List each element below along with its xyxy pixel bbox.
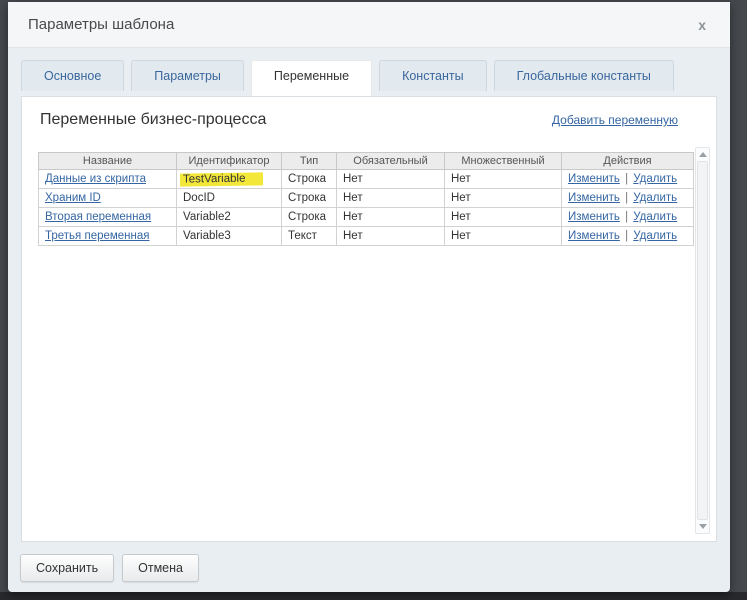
delete-link[interactable]: Удалить xyxy=(633,230,677,242)
variable-multiple-cell: Нет xyxy=(445,227,562,246)
table-row: Храним IDDocIDСтрокаНетНетИзменить | Уда… xyxy=(39,189,694,208)
variable-multiple-cell: Нет xyxy=(445,170,562,189)
actions-cell: Изменить | Удалить xyxy=(562,170,694,189)
variable-required-cell: Нет xyxy=(337,208,445,227)
column-header: Обязательный xyxy=(337,153,445,170)
column-header: Действия xyxy=(562,153,694,170)
tab-constants[interactable]: Константы xyxy=(379,60,487,91)
close-icon[interactable]: x xyxy=(694,14,710,36)
table-row: Вторая переменнаяVariable2СтрокаНетНетИз… xyxy=(39,208,694,227)
variable-multiple-cell: Нет xyxy=(445,208,562,227)
variable-identifier: Variable3 xyxy=(183,230,231,242)
column-header: Идентификатор xyxy=(177,153,282,170)
dialog-title: Параметры шаблона xyxy=(28,16,174,33)
save-button[interactable]: Сохранить xyxy=(20,554,114,582)
variable-name-link[interactable]: Храним ID xyxy=(45,192,101,204)
delete-link[interactable]: Удалить xyxy=(633,192,677,204)
tab-bar: ОсновноеПараметрыПеременныеКонстантыГлоб… xyxy=(21,60,717,91)
highlighted-identifier: TestVariable xyxy=(180,172,264,186)
table-row: Данные из скриптаTestVariableСтрокаНетНе… xyxy=(39,170,694,189)
edit-link[interactable]: Изменить xyxy=(568,192,620,204)
variables-table: НазваниеИдентификаторТипОбязательныйМнож… xyxy=(38,152,694,246)
variables-table-wrap: НазваниеИдентификаторТипОбязательныйМнож… xyxy=(38,152,700,246)
variable-type-cell: Строка xyxy=(282,208,337,227)
variable-identifier-cell: Variable2 xyxy=(177,208,282,227)
tab-general[interactable]: Основное xyxy=(21,60,124,91)
actions-separator: | xyxy=(620,230,633,242)
scroll-up-icon[interactable] xyxy=(699,152,707,157)
cancel-button[interactable]: Отмена xyxy=(122,554,199,582)
variables-panel: Переменные бизнес-процесса Добавить пере… xyxy=(21,96,717,542)
actions-cell: Изменить | Удалить xyxy=(562,227,694,246)
variable-name-link[interactable]: Данные из скрипта xyxy=(45,173,146,185)
scroll-down-icon[interactable] xyxy=(699,524,707,529)
actions-cell: Изменить | Удалить xyxy=(562,208,694,227)
dialog-footer: Сохранить Отмена xyxy=(8,544,730,592)
page-backdrop: Параметры шаблона x ОсновноеПараметрыПер… xyxy=(0,0,747,600)
section-title: Переменные бизнес-процесса xyxy=(40,111,266,129)
add-variable-link[interactable]: Добавить переменную xyxy=(552,113,678,127)
scrollbar-thumb[interactable] xyxy=(697,161,708,520)
variable-identifier-cell: Variable3 xyxy=(177,227,282,246)
tab-variables[interactable]: Переменные xyxy=(251,60,372,96)
table-header-row: НазваниеИдентификаторТипОбязательныйМнож… xyxy=(39,153,694,170)
variable-name-cell: Вторая переменная xyxy=(39,208,177,227)
variable-required-cell: Нет xyxy=(337,227,445,246)
tab-parameters[interactable]: Параметры xyxy=(131,60,244,91)
variable-multiple-cell: Нет xyxy=(445,189,562,208)
column-header: Название xyxy=(39,153,177,170)
scrollbar[interactable] xyxy=(695,147,710,534)
column-header: Тип xyxy=(282,153,337,170)
edit-link[interactable]: Изменить xyxy=(568,230,620,242)
variable-required-cell: Нет xyxy=(337,189,445,208)
variable-identifier: DocID xyxy=(183,192,215,204)
template-parameters-dialog: Параметры шаблона x ОсновноеПараметрыПер… xyxy=(8,2,730,592)
actions-separator: | xyxy=(620,173,633,185)
variable-type-cell: Строка xyxy=(282,189,337,208)
variable-required-cell: Нет xyxy=(337,170,445,189)
edit-link[interactable]: Изменить xyxy=(568,211,620,223)
variable-type-cell: Строка xyxy=(282,170,337,189)
dialog-header: Параметры шаблона x xyxy=(8,2,730,48)
actions-cell: Изменить | Удалить xyxy=(562,189,694,208)
variable-identifier: Variable2 xyxy=(183,211,231,223)
column-header: Множественный xyxy=(445,153,562,170)
panel-header: Переменные бизнес-процесса Добавить пере… xyxy=(38,109,700,129)
dialog-body: ОсновноеПараметрыПеременныеКонстантыГлоб… xyxy=(8,48,730,544)
edit-link[interactable]: Изменить xyxy=(568,173,620,185)
variable-name-link[interactable]: Вторая переменная xyxy=(45,211,151,223)
actions-separator: | xyxy=(620,211,633,223)
variable-identifier-cell: TestVariable xyxy=(177,170,282,189)
delete-link[interactable]: Удалить xyxy=(633,211,677,223)
variable-name-cell: Данные из скрипта xyxy=(39,170,177,189)
variable-name-link[interactable]: Третья переменная xyxy=(45,230,150,242)
variable-name-cell: Третья переменная xyxy=(39,227,177,246)
table-row: Третья переменнаяVariable3ТекстНетНетИзм… xyxy=(39,227,694,246)
variable-name-cell: Храним ID xyxy=(39,189,177,208)
actions-separator: | xyxy=(620,192,633,204)
tab-global-constants[interactable]: Глобальные константы xyxy=(494,60,674,91)
variable-type-cell: Текст xyxy=(282,227,337,246)
backdrop-bottom-strip xyxy=(0,592,747,600)
delete-link[interactable]: Удалить xyxy=(633,173,677,185)
variable-identifier-cell: DocID xyxy=(177,189,282,208)
